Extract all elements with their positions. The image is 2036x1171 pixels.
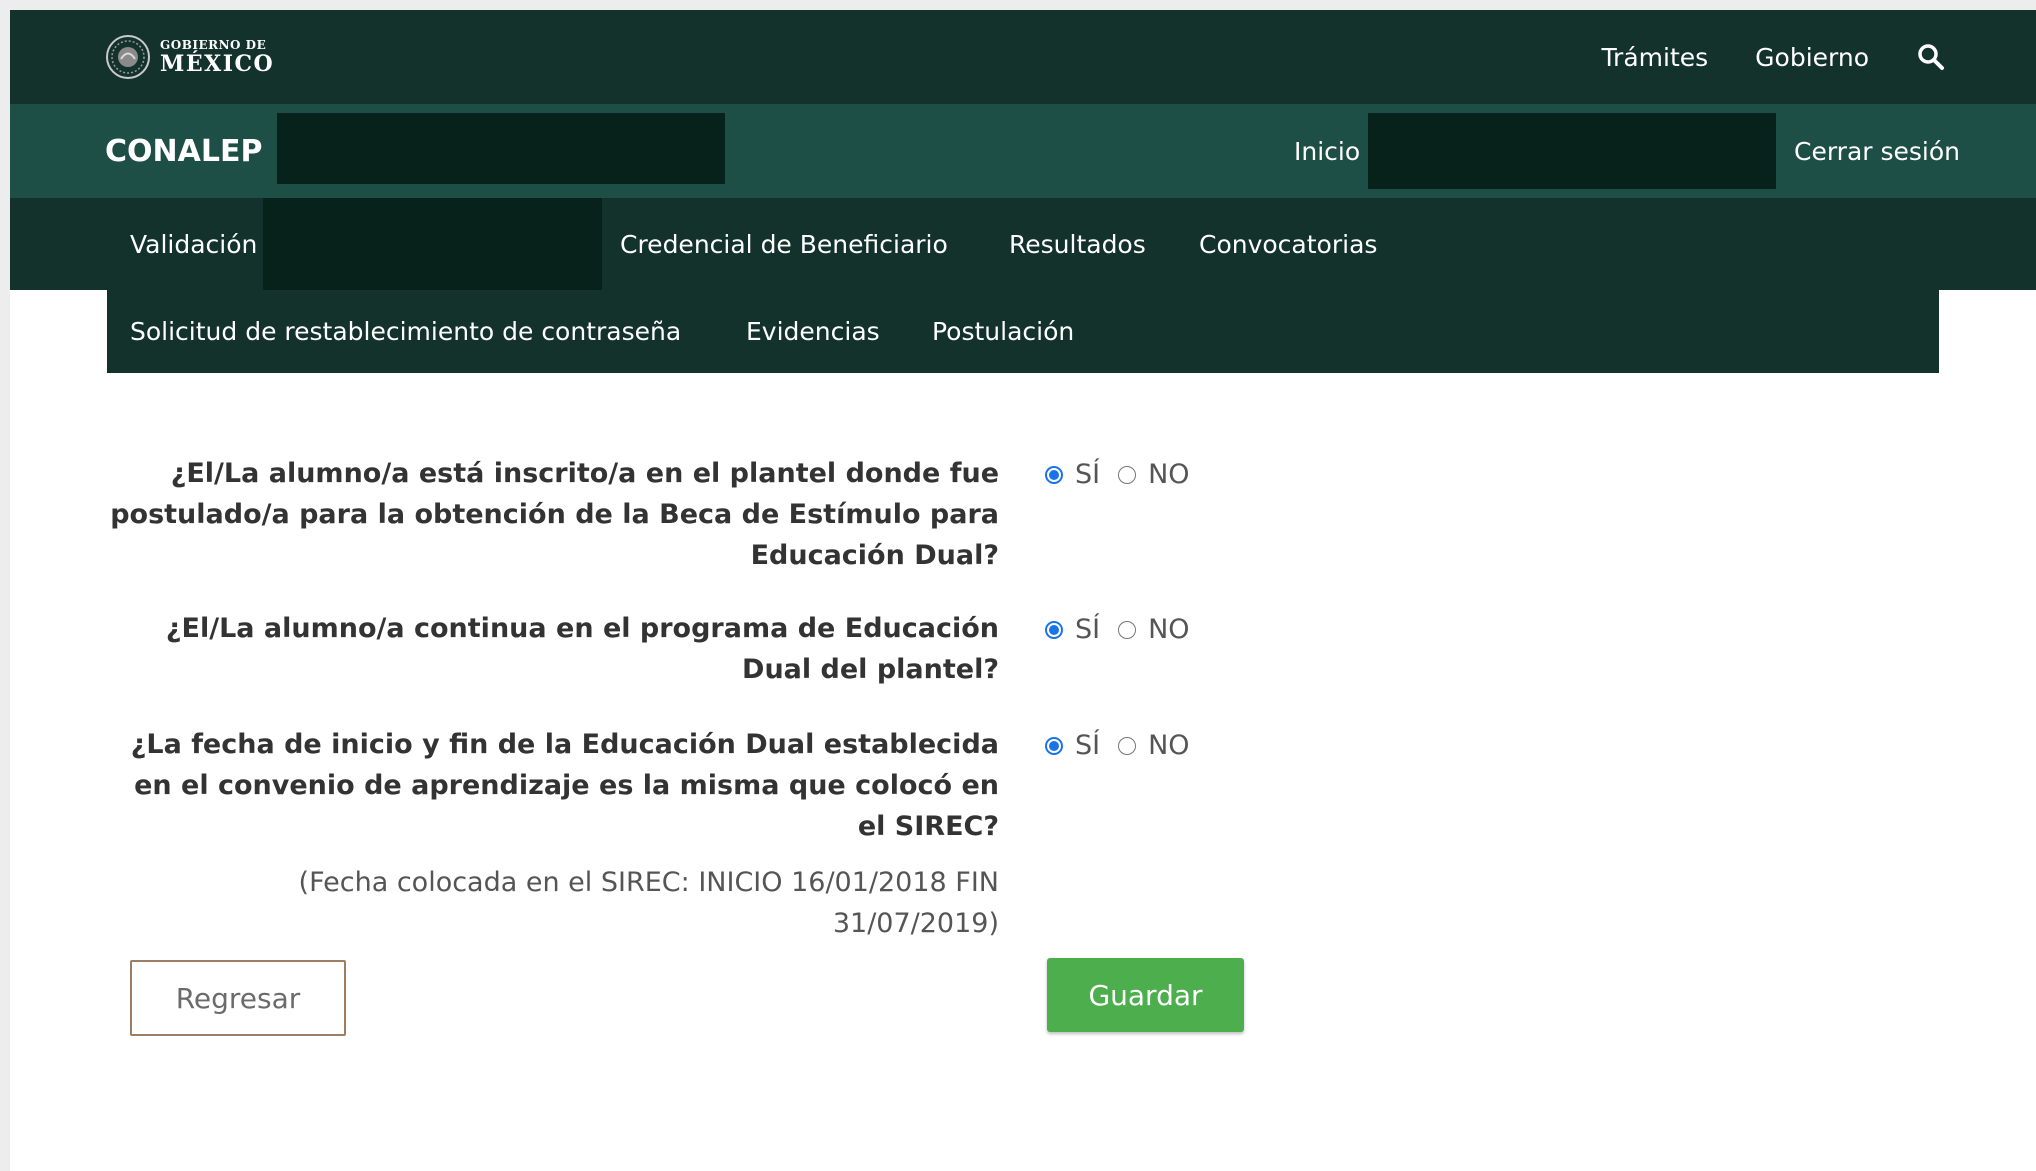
logo-small-text: GOBIERNO DE (160, 38, 267, 52)
menu-item-postulacion[interactable]: Postulación (932, 290, 1074, 373)
no-label: NO (1148, 614, 1190, 645)
gov-logo-text: GOBIERNO DE MÉXICO (160, 39, 274, 75)
question-2-radio-group: SÍ NO (1045, 609, 1208, 650)
question-2-no-radio[interactable] (1118, 620, 1137, 639)
question-3-no-radio[interactable] (1118, 736, 1137, 755)
yes-label: SÍ (1075, 459, 1101, 490)
gov-header: GOBIERNO DE MÉXICO Trámites Gobierno (10, 10, 2036, 104)
no-label: NO (1148, 730, 1190, 761)
question-1-radio-group: SÍ NO (1045, 454, 1208, 495)
yes-label: SÍ (1075, 614, 1101, 645)
inicio-link[interactable]: Inicio (1294, 104, 1360, 198)
redacted-block (1368, 113, 1776, 189)
redacted-block (263, 198, 602, 290)
yes-label: SÍ (1075, 730, 1101, 761)
menu-item-credencial[interactable]: Credencial de Beneficiario (620, 198, 948, 290)
question-1-no-radio[interactable] (1118, 465, 1137, 484)
menu-item-resultados[interactable]: Resultados (1009, 198, 1146, 290)
question-2-yes-radio[interactable] (1045, 620, 1063, 639)
save-button[interactable]: Guardar (1047, 958, 1244, 1032)
redacted-block (277, 113, 725, 184)
question-3-radio-group: SÍ NO (1045, 725, 1208, 766)
main-menu-row-1: Validación Credencial de Beneficiario Re… (10, 198, 2036, 290)
search-icon[interactable] (1916, 42, 1946, 72)
question-1-label: ¿El/La alumno/a está inscrito/a en el pl… (110, 458, 999, 571)
no-label: NO (1148, 459, 1190, 490)
nav-tramites[interactable]: Trámites (1601, 43, 1708, 72)
coat-of-arms-icon (106, 35, 150, 79)
main-menu-row-2: Solicitud de restablecimiento de contras… (107, 290, 1939, 373)
page: GOBIERNO DE MÉXICO Trámites Gobierno CON… (10, 10, 2036, 1171)
app-header: CONALEP Inicio Cerrar sesión (10, 104, 2036, 198)
menu-item-validacion[interactable]: Validación (130, 198, 257, 290)
back-button[interactable]: Regresar (130, 960, 346, 1036)
gov-logo[interactable]: GOBIERNO DE MÉXICO (105, 30, 274, 84)
nav-gobierno[interactable]: Gobierno (1755, 43, 1869, 72)
menu-item-evidencias[interactable]: Evidencias (746, 290, 880, 373)
menu-item-convocatorias[interactable]: Convocatorias (1199, 198, 1377, 290)
question-1-yes-radio[interactable] (1045, 465, 1063, 484)
sirec-date-note: (Fecha colocada en el SIREC: INICIO 16/0… (298, 867, 999, 939)
question-3-yes-radio[interactable] (1045, 736, 1063, 755)
logout-link[interactable]: Cerrar sesión (1794, 104, 1960, 198)
gov-nav: Trámites Gobierno (1601, 10, 1946, 104)
question-3-label: ¿La fecha de inicio y fin de la Educació… (130, 729, 999, 842)
question-2-label: ¿El/La alumno/a continua en el programa … (165, 613, 999, 685)
app-title[interactable]: CONALEP (105, 104, 262, 198)
menu-item-restablecer-contrasena[interactable]: Solicitud de restablecimiento de contras… (130, 290, 681, 373)
logo-big-text: MÉXICO (160, 51, 275, 77)
